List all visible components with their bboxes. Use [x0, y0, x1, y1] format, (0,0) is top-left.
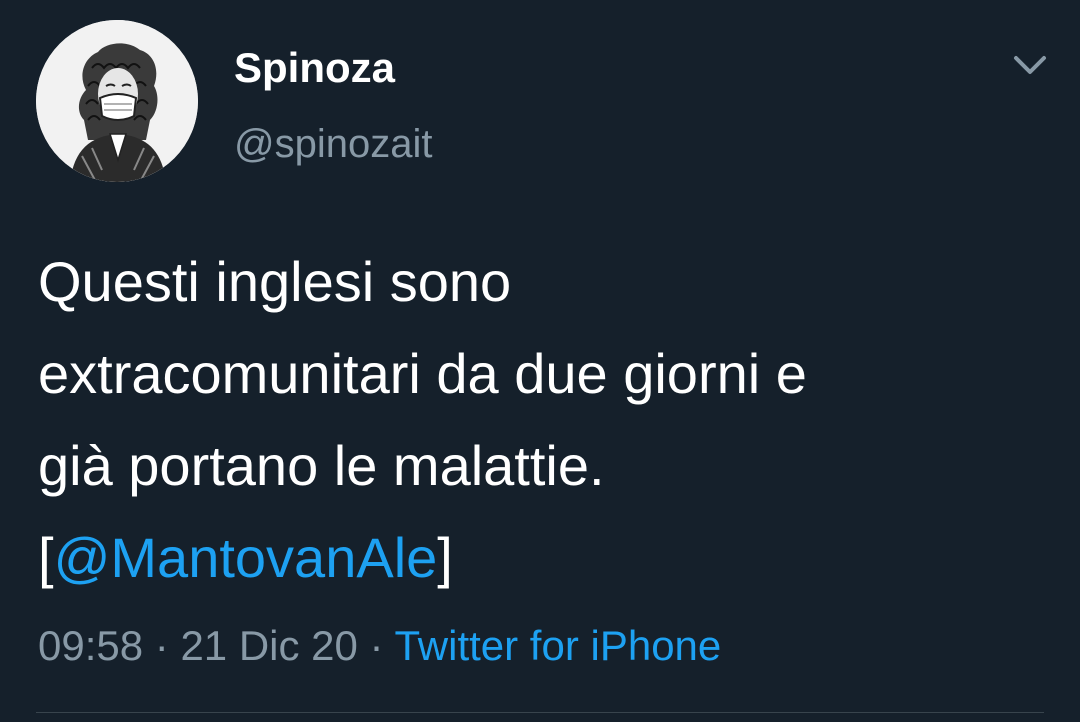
chevron-down-icon[interactable] [1008, 48, 1052, 84]
tweet-card: Spinoza @spinozait Questi inglesi sono e… [0, 0, 1080, 722]
tweet-text: Questi inglesi sono extracomunitari da d… [38, 236, 1058, 604]
tweet-text-line: extracomunitari da due giorni e [38, 342, 807, 405]
bracket-open: [ [38, 526, 54, 589]
user-handle[interactable]: @spinozait [234, 118, 432, 170]
tweet-text-line: [@MantovanAle] [38, 512, 1058, 604]
tweet-text-line: già portano le malattie. [38, 434, 605, 497]
meta-separator: · [143, 622, 181, 669]
avatar-image [36, 20, 198, 182]
tweet-text-line: Questi inglesi sono [38, 250, 512, 313]
mention-link[interactable]: @MantovanAle [54, 526, 438, 589]
tweet-time[interactable]: 09:58 [38, 622, 143, 669]
meta-separator: · [357, 622, 395, 669]
tweet-source-link[interactable]: Twitter for iPhone [394, 622, 721, 669]
display-name[interactable]: Spinoza [234, 42, 395, 94]
tweet-date[interactable]: 21 Dic 20 [180, 622, 357, 669]
tweet-meta: 09:58 · 21 Dic 20 · Twitter for iPhone [38, 618, 721, 674]
bracket-close: ] [437, 526, 453, 589]
avatar[interactable] [36, 20, 198, 182]
divider [36, 712, 1044, 713]
